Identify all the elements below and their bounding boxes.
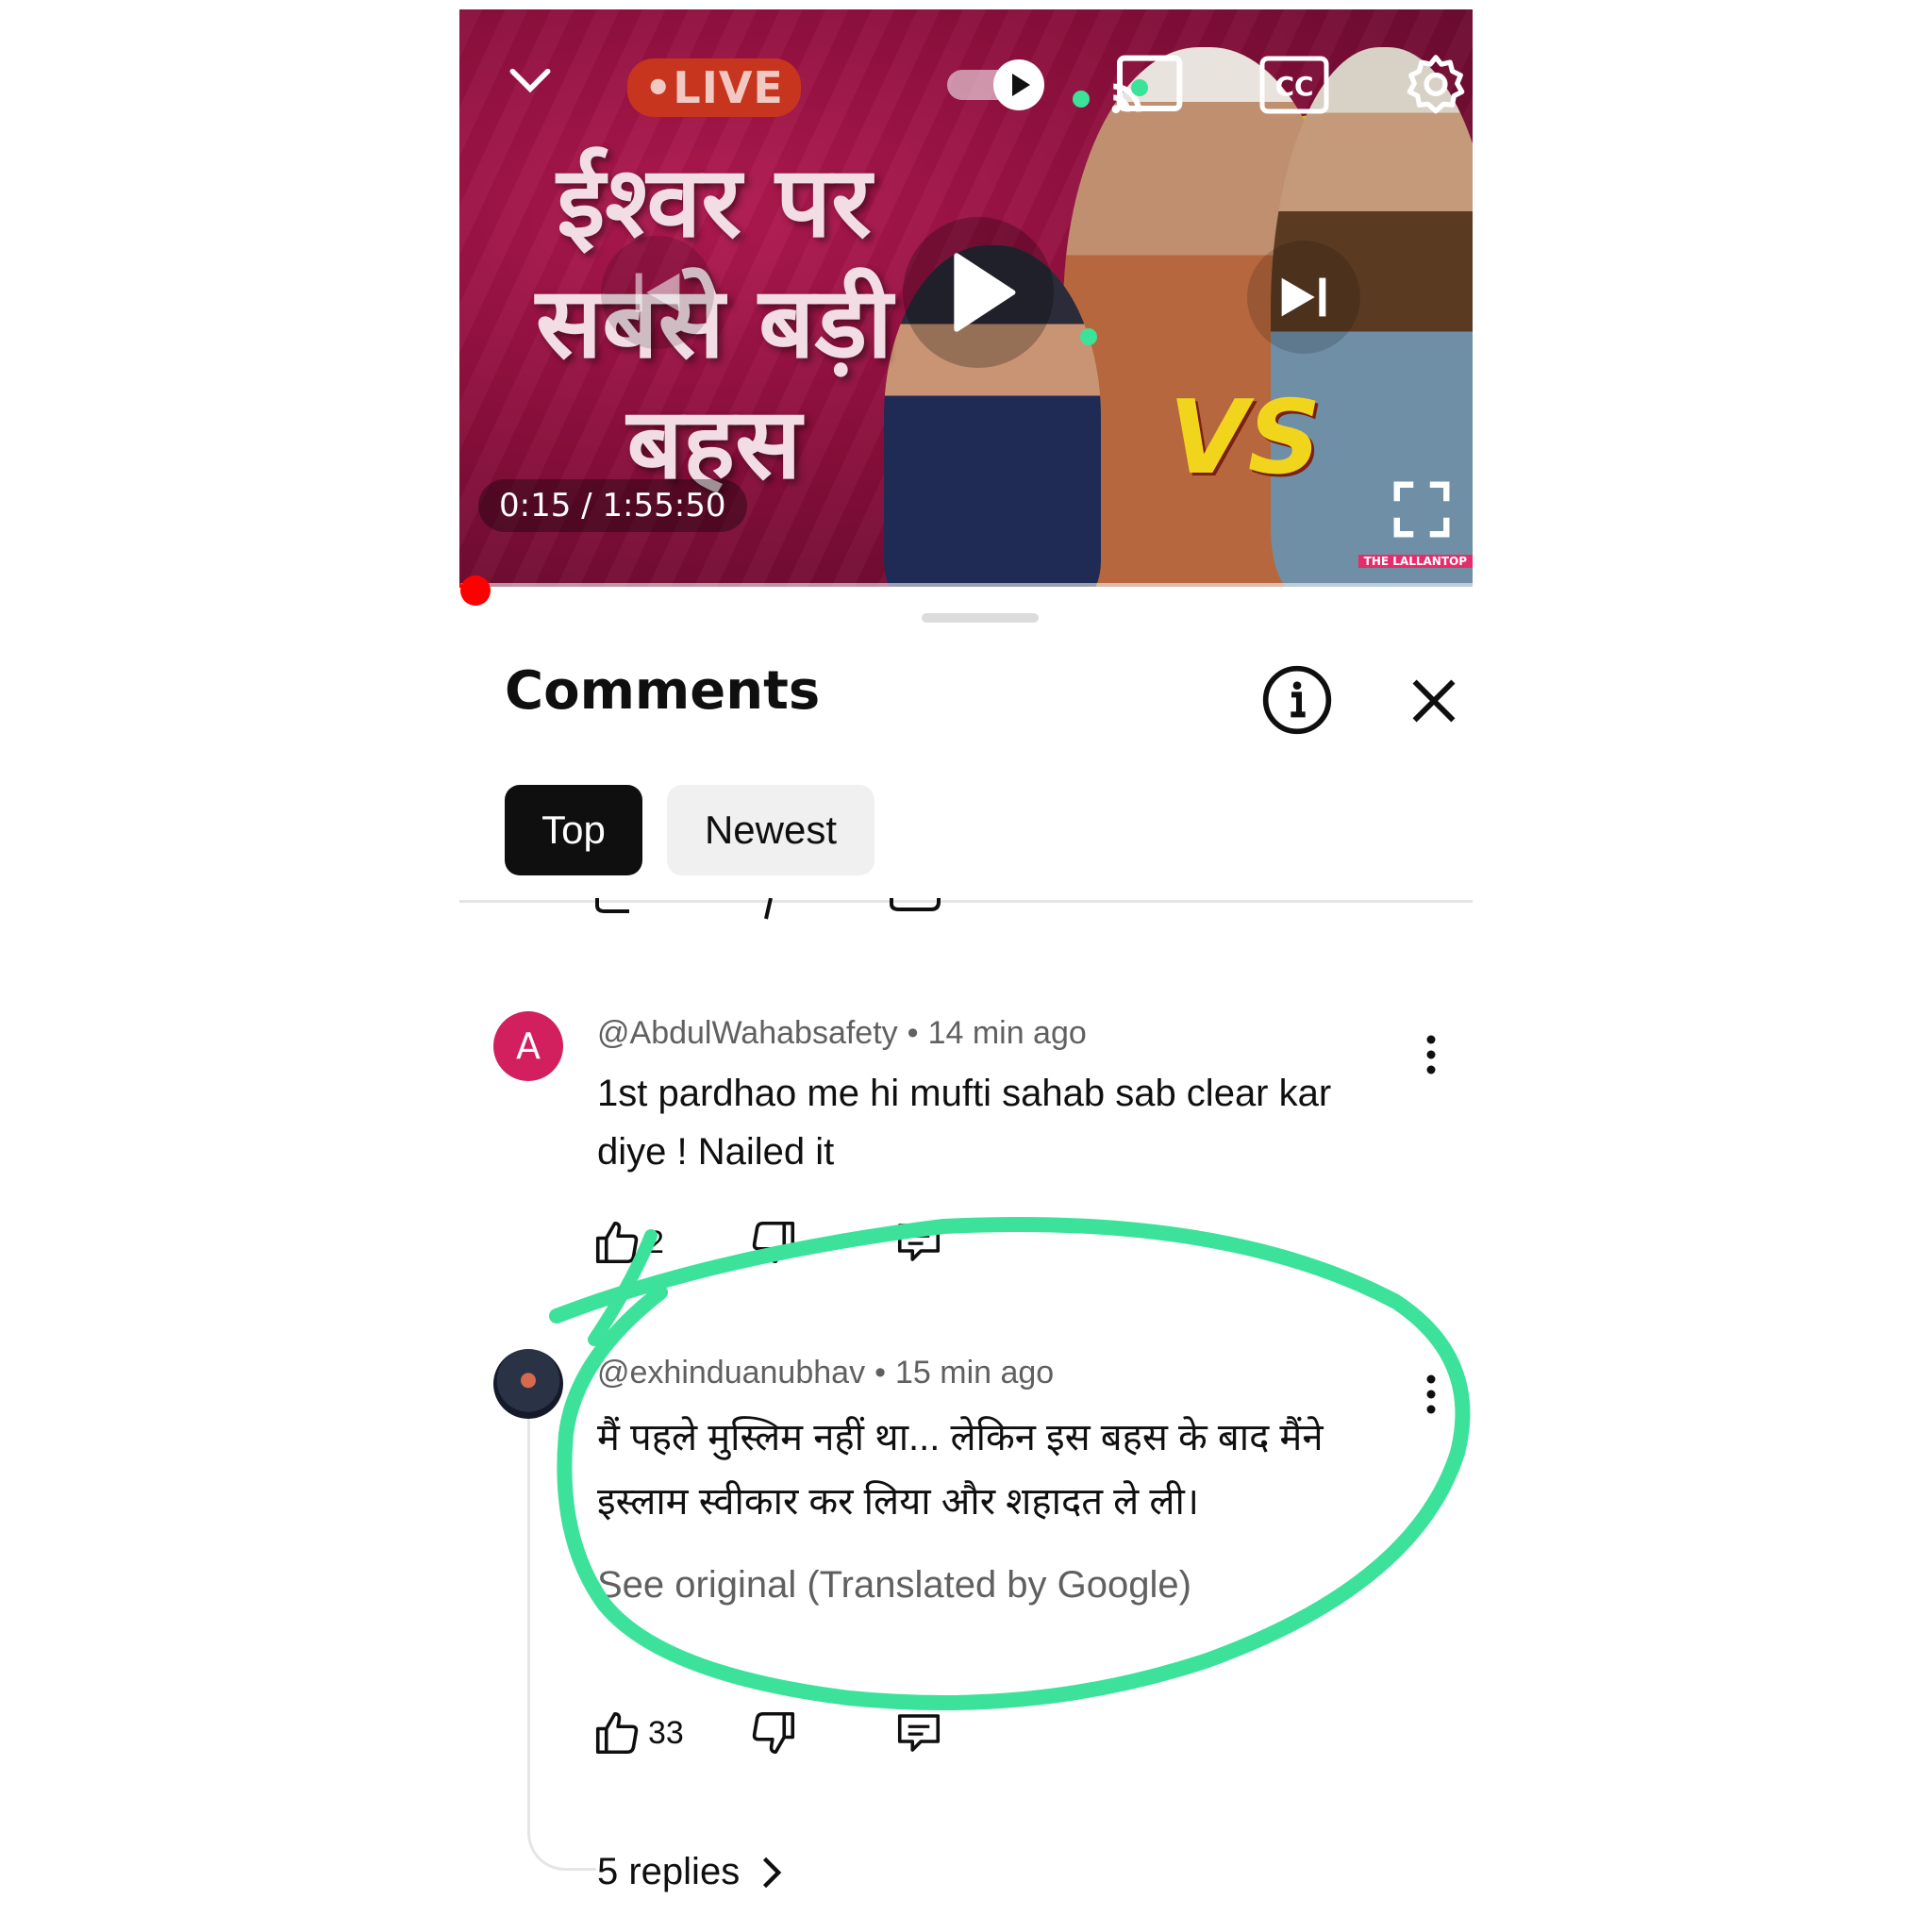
like-button[interactable]: 2: [591, 1217, 664, 1268]
thumbs-down-icon: [752, 1221, 795, 1264]
reply-button[interactable]: [891, 1707, 946, 1758]
previous-comment-actions: [591, 898, 969, 926]
comment-actions: 33: [591, 1707, 988, 1764]
meta-separator: •: [907, 1015, 919, 1051]
progress-bar[interactable]: [459, 583, 1473, 588]
cc-icon: CC: [1259, 56, 1329, 114]
captions-button[interactable]: CC: [1257, 49, 1332, 121]
info-icon: [1262, 665, 1332, 735]
sheet-drag-handle[interactable]: [922, 613, 1039, 623]
next-button[interactable]: [1247, 241, 1360, 354]
comment-actions: 2: [591, 1217, 988, 1274]
more-vert-icon: [1426, 1035, 1436, 1074]
like-count: 2: [646, 1224, 664, 1260]
dislike-button[interactable]: [748, 1707, 799, 1758]
comments-title: Comments: [505, 660, 821, 722]
like-count: 33: [648, 1714, 684, 1751]
phone-screen: •LIVE ईश्वर पर सबसे बड़ी बहस VS CC 0:15 …: [459, 9, 1473, 1932]
highlight-dot: [1080, 328, 1097, 345]
chevron-right-icon: [763, 1857, 782, 1888]
comment-time: 15 min ago: [894, 1355, 1055, 1391]
cc-label: CC: [1274, 71, 1313, 102]
reply-icon: [897, 1714, 941, 1752]
avatar[interactable]: [493, 1349, 563, 1419]
reply-icon: [897, 1224, 941, 1261]
comment-more-button[interactable]: [1412, 1366, 1450, 1423]
play-button[interactable]: [903, 217, 1054, 368]
play-icon: [954, 253, 1016, 332]
settings-button[interactable]: [1398, 47, 1473, 123]
more-vert-icon: [1426, 1374, 1436, 1414]
next-icon: [1281, 277, 1326, 317]
thumbs-up-icon: [595, 1221, 639, 1264]
fullscreen-button[interactable]: [1384, 472, 1459, 547]
thumbs-up-icon: [595, 1711, 639, 1755]
thumbs-down-icon: [752, 1711, 795, 1755]
video-player[interactable]: •LIVE ईश्वर पर सबसे बड़ी बहस VS CC 0:15 …: [459, 9, 1473, 587]
chevron-down-icon: [509, 68, 551, 93]
progress-scrubber[interactable]: [460, 575, 491, 606]
highlight-dot: [1131, 79, 1148, 96]
versus-label: VS: [1169, 379, 1322, 497]
info-button[interactable]: [1259, 662, 1335, 738]
partial-action-icons: [595, 898, 941, 920]
avatar[interactable]: A: [493, 1011, 563, 1081]
highlight-dot: [1073, 91, 1090, 108]
comment-more-button[interactable]: [1412, 1026, 1450, 1083]
see-original-link[interactable]: See original (Translated by Google): [597, 1564, 1191, 1607]
previous-icon: [635, 273, 680, 312]
tab-newest[interactable]: Newest: [667, 785, 874, 875]
comment-time: 14 min ago: [927, 1015, 1087, 1051]
comment-meta: @AbdulWahabsafety • 14 min ago: [597, 1015, 1087, 1052]
replies-count-label: 5 replies: [597, 1851, 741, 1892]
dislike-button[interactable]: [748, 1217, 799, 1268]
thumbnail-title: ईश्वर पर सबसे बड़ी बहस: [535, 144, 893, 501]
live-badge: •LIVE: [627, 58, 801, 117]
cast-icon: [1111, 55, 1183, 114]
channel-watermark: THE LALLANTOP: [1357, 555, 1473, 568]
meta-separator: •: [874, 1355, 886, 1391]
comment-text: 1st pardhao me hi mufti sahab sab clear …: [597, 1073, 1332, 1173]
comment-text: मैं पहले मुस्लिम नहीं था... लेकिन इस बहस…: [597, 1417, 1324, 1523]
collapse-button[interactable]: [497, 47, 563, 113]
view-replies-button[interactable]: 5 replies: [597, 1851, 791, 1893]
fullscreen-icon: [1393, 481, 1450, 538]
comment-meta: @exhinduanubhav • 15 min ago: [597, 1355, 1054, 1391]
close-icon: [1412, 679, 1456, 723]
screenshot-canvas: •LIVE ईश्वर पर सबसे बड़ी बहस VS CC 0:15 …: [0, 0, 1932, 1932]
comment-author[interactable]: @exhinduanubhav: [597, 1355, 865, 1391]
previous-button[interactable]: [601, 236, 714, 349]
reply-thread-line: [527, 1406, 596, 1871]
reply-button[interactable]: [891, 1217, 946, 1268]
close-button[interactable]: [1401, 668, 1467, 734]
gear-icon: [1407, 55, 1465, 114]
comment-author[interactable]: @AbdulWahabsafety: [597, 1015, 898, 1051]
tab-top[interactable]: Top: [505, 785, 642, 875]
autoplay-toggle[interactable]: [945, 57, 1049, 113]
time-display: 0:15 / 1:55:50: [478, 479, 747, 532]
cast-button[interactable]: [1106, 47, 1191, 123]
like-button[interactable]: 33: [591, 1707, 684, 1758]
autoplay-toggle-icon: [947, 59, 1044, 110]
